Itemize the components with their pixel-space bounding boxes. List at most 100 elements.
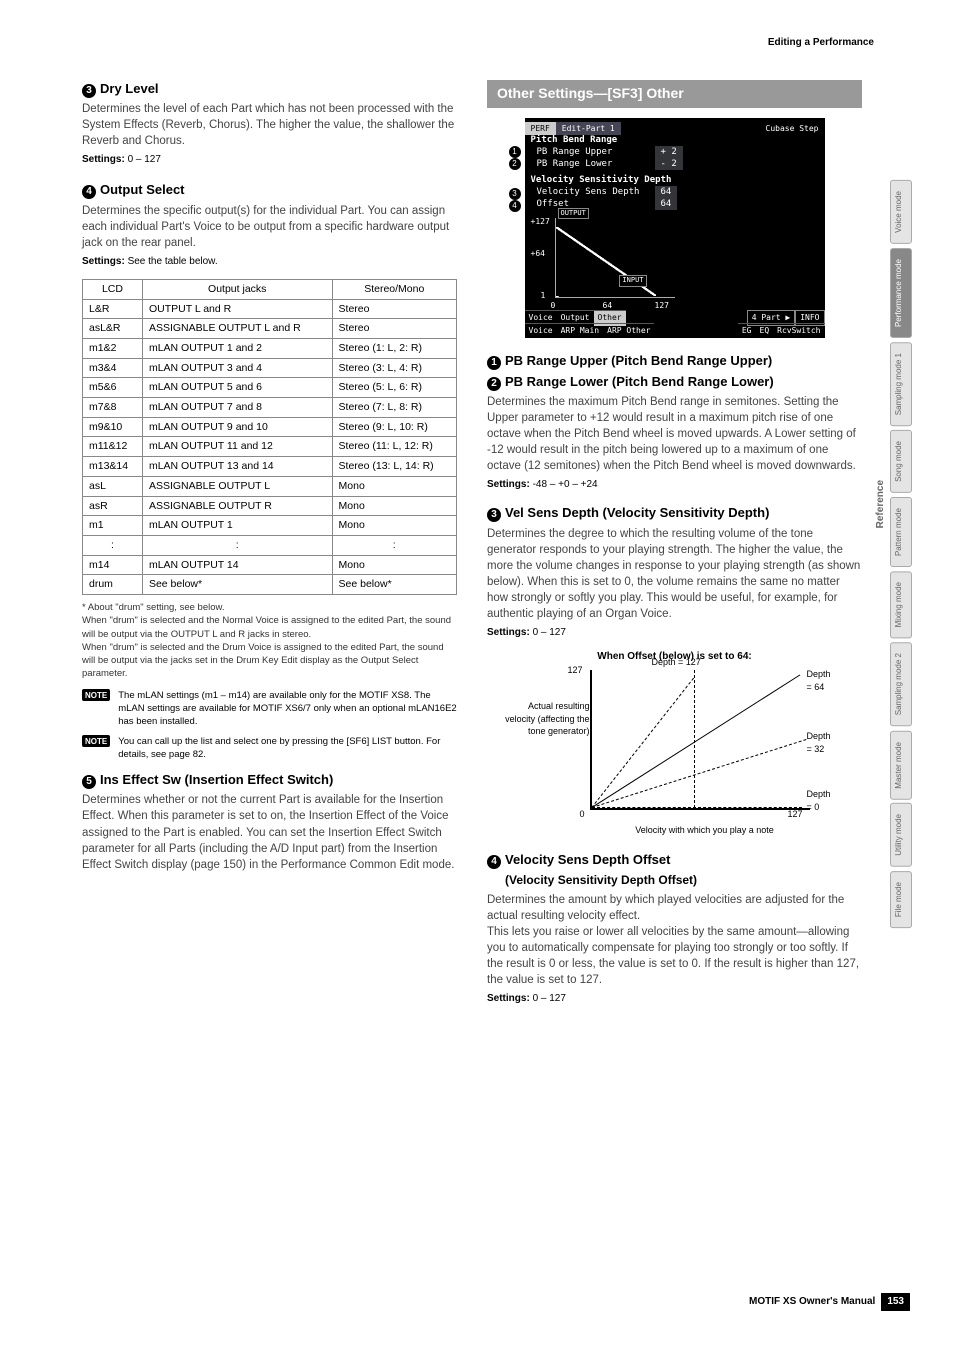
side-tab[interactable]: Performance mode [890,248,912,338]
ins-effect-body: Determines whether or not the current Pa… [82,792,457,872]
chart-y127: 127 [568,664,583,677]
ss-offset-val: 64 [655,198,678,211]
table-cell: m13&14 [83,457,143,477]
table-cell: : [142,535,332,555]
table-row: asL&RASSIGNABLE OUTPUT L and RStereo [83,319,457,339]
table-header: Output jacks [142,279,332,299]
ins-effect-heading: 5 Ins Effect Sw (Insertion Effect Switch) [82,771,457,789]
table-cell: Stereo (5: L, 6: R) [332,378,456,398]
chart-d127: Depth = 127 [652,656,701,669]
table-cell: Mono [332,555,456,575]
footer: MOTIF XS Owner's Manual153 [749,1293,910,1311]
side-reference-label: Reference [874,480,888,528]
circle-5-icon: 5 [82,775,96,789]
circle-3-icon: 3 [82,84,96,98]
ss-x64: 64 [603,300,613,311]
ss-sec-vel: Velocity Sensitivity Depth [531,174,672,187]
ss-pb-upper-val: + 2 [655,146,683,159]
table-row: m7&8mLAN OUTPUT 7 and 8Stereo (7: L, 8: … [83,398,457,418]
ss-pb-lower-label: PB Range Lower [537,158,613,171]
vsd-settings: Settings: 0 – 127 [487,626,862,640]
table-cell: mLAN OUTPUT 13 and 14 [142,457,332,477]
table-cell: Stereo (13: L, 14: R) [332,457,456,477]
vsdo-settings: Settings: 0 – 127 [487,992,862,1006]
note-2: NOTE You can call up the list and select… [82,735,457,762]
ss-output-box: OUTPUT [558,208,589,220]
ss-y127: +127 [531,216,550,227]
table-cell: m1&2 [83,339,143,359]
table-cell: : [83,535,143,555]
table-row: m9&10mLAN OUTPUT 9 and 10Stereo (9: L, 1… [83,417,457,437]
table-cell: Stereo (9: L, 10: R) [332,417,456,437]
dry-level-heading: 3Dry Level [82,80,457,98]
output-select-title: Output Select [100,182,185,197]
ss-x127: 127 [655,300,669,311]
table-cell: mLAN OUTPUT 7 and 8 [142,398,332,418]
table-cell: Stereo (11: L, 12: R) [332,437,456,457]
table-row: ::: [83,535,457,555]
ss-vsd-label: Velocity Sens Depth [537,186,640,199]
table-cell: See below* [332,575,456,595]
table-cell: m5&6 [83,378,143,398]
table-cell: Stereo (1: L, 2: R) [332,339,456,359]
circle-4-icon: 4 [487,855,501,869]
table-cell: mLAN OUTPUT 1 [142,516,332,536]
table-row: m13&14mLAN OUTPUT 13 and 14Stereo (13: L… [83,457,457,477]
table-cell: m3&4 [83,358,143,378]
side-tab[interactable]: Utility mode [890,803,912,867]
pb-upper-heading: 1PB Range Upper (Pitch Bend Range Upper) [487,352,862,370]
output-select-settings: Settings: See the table below. [82,255,457,269]
table-row: m11&12mLAN OUTPUT 11 and 12Stereo (11: L… [83,437,457,457]
ss-sec-pitch: Pitch Bend Range [531,134,618,147]
header-breadcrumb: Editing a Performance [768,36,874,50]
table-cell: m14 [83,555,143,575]
ss-y1: 1 [541,290,546,301]
table-cell: L&R [83,299,143,319]
side-tab[interactable]: File mode [890,871,912,928]
table-cell: m11&12 [83,437,143,457]
table-cell: mLAN OUTPUT 14 [142,555,332,575]
side-tab[interactable]: Voice mode [890,180,912,244]
circle-4-icon: 4 [82,185,96,199]
table-cell: asL&R [83,319,143,339]
side-tab[interactable]: Master mode [890,731,912,800]
lcd-screenshot: PERF Edit-Part 1 Cubase Step Pitch Bend … [525,118,825,338]
ss-pb-upper-label: PB Range Upper [537,146,613,159]
table-cell: asR [83,496,143,516]
chart-ylabel: Actual resulting velocity (affecting the… [500,700,590,738]
page-number: 153 [881,1293,910,1311]
table-cell: mLAN OUTPUT 11 and 12 [142,437,332,457]
other-settings-bar: Other Settings—[SF3] Other [487,80,862,108]
chart-x127: 127 [788,808,803,821]
vsdo-heading: 4Velocity Sens Depth Offset [487,851,862,869]
table-cell: Stereo [332,299,456,319]
ss-graph: OUTPUT INPUT [555,218,675,298]
ss-tab2-arpother: ARP Other [603,323,654,337]
callout-1-icon: 1 [509,146,521,158]
side-tab[interactable]: Pattern mode [890,497,912,567]
side-tab[interactable]: Mixing mode [890,571,912,638]
vsd-body: Determines the degree to which the resul… [487,526,862,623]
output-select-heading: 4 Output Select [82,181,457,199]
table-cell: Stereo (7: L, 8: R) [332,398,456,418]
ins-effect-title: Ins Effect Sw (Insertion Effect Switch) [100,772,333,787]
table-cell: Mono [332,476,456,496]
chart-d32: Depth = 32 [807,730,831,755]
side-tab[interactable]: Sampling mode 1 [890,342,912,426]
ss-tab2-eq: EQ [756,323,774,337]
note-icon: NOTE [82,689,110,701]
chart-d0: Depth = 0 [807,788,831,813]
table-cell: mLAN OUTPUT 9 and 10 [142,417,332,437]
table-cell: drum [83,575,143,595]
table-row: L&ROUTPUT L and RStereo [83,299,457,319]
side-tab[interactable]: Song mode [890,430,912,493]
table-cell: ASSIGNABLE OUTPUT L [142,476,332,496]
side-tab[interactable]: Sampling mode 2 [890,642,912,726]
table-cell: m7&8 [83,398,143,418]
velocity-depth-chart: When Offset (below) is set to 64: Actual… [510,650,840,837]
output-footnote: * About "drum" setting, see below. When … [82,601,457,681]
table-header: Stereo/Mono [332,279,456,299]
ss-y64: +64 [531,248,545,259]
ss-vsd-val: 64 [655,186,678,199]
table-cell: asL [83,476,143,496]
